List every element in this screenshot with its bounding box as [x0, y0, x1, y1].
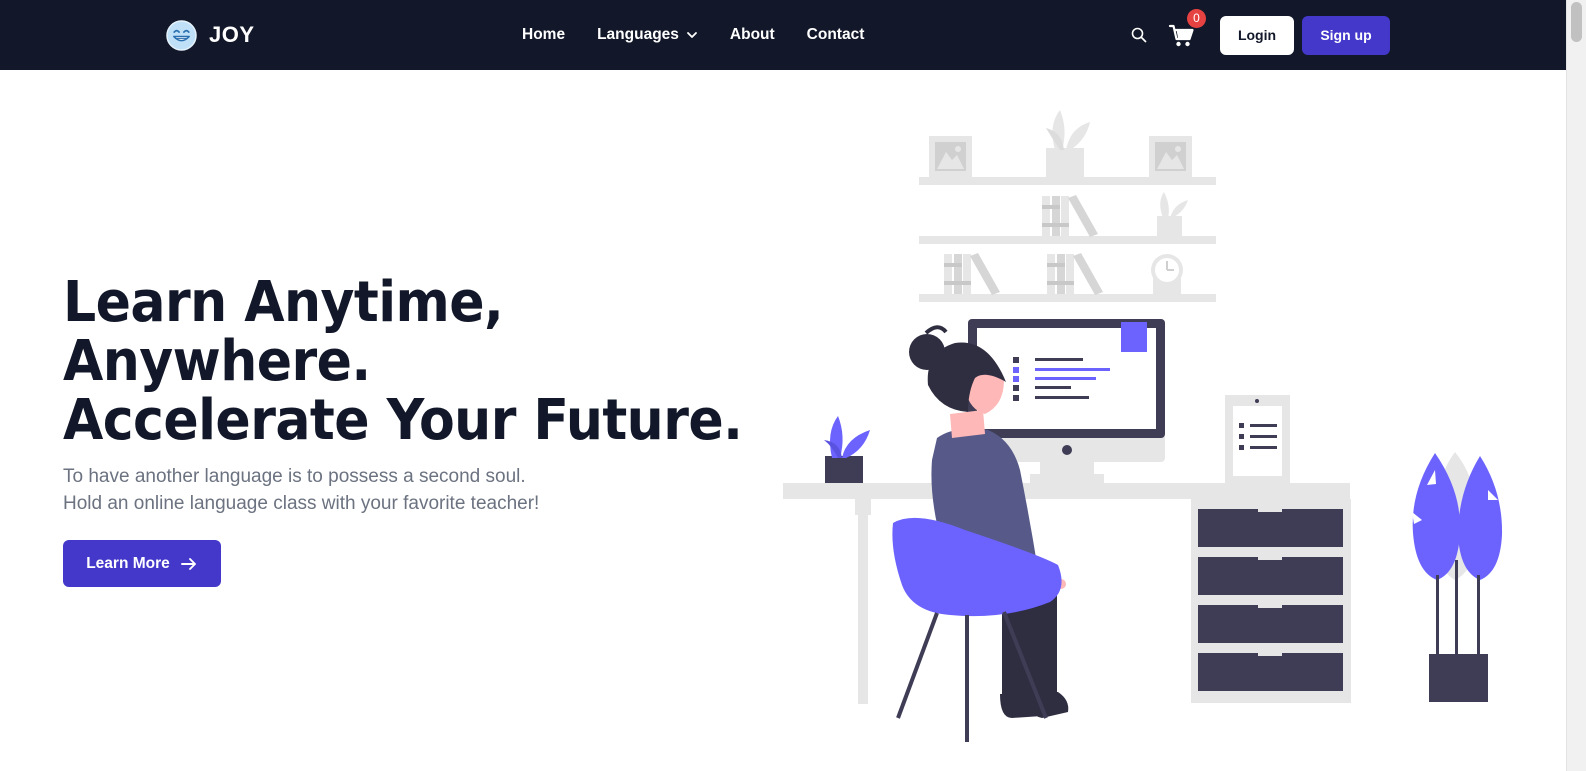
hero-subtitle: To have another language is to possess a… — [63, 463, 539, 517]
header-actions: 0 Login Sign up — [1130, 9, 1390, 55]
floor-plant — [1412, 452, 1503, 702]
hero-title-line-1: Learn Anytime, — [63, 270, 504, 335]
hero-subtitle-line-2: Hold an online language class with your … — [63, 493, 540, 514]
hero-subtitle-line-1: To have another language is to possess a… — [63, 466, 526, 487]
cart-count-badge: 0 — [1187, 9, 1206, 28]
top-navbar: JOY Home Languages About Contact 0 Login… — [0, 0, 1566, 70]
chevron-down-icon — [687, 32, 697, 38]
tablet-device — [1225, 395, 1290, 485]
search-icon — [1131, 27, 1147, 43]
nav-home-link[interactable]: Home — [522, 26, 565, 44]
login-button[interactable]: Login — [1220, 15, 1294, 55]
learn-more-label: Learn More — [86, 554, 170, 572]
desk-plant — [824, 416, 870, 483]
signup-button[interactable]: Sign up — [1302, 15, 1390, 55]
nav-contact-link[interactable]: Contact — [807, 26, 865, 44]
desk — [783, 483, 1351, 704]
nav-languages-label: Languages — [597, 26, 679, 43]
smiling-face-icon — [166, 19, 197, 51]
brand-logo-link[interactable]: JOY — [166, 19, 255, 51]
main-nav: Home Languages About Contact — [522, 24, 864, 46]
hero-title: Learn Anytime, Anywhere. Accelerate Your… — [63, 270, 743, 453]
page-scrollbar[interactable] — [1566, 0, 1586, 771]
wall-shelves — [919, 110, 1216, 302]
brand-name: JOY — [209, 22, 255, 47]
arrow-right-icon — [180, 557, 196, 570]
search-button[interactable] — [1130, 26, 1148, 44]
hero-title-line-3: Accelerate Your Future. — [63, 388, 743, 453]
scrollbar-thumb[interactable] — [1571, 2, 1582, 42]
cart-button[interactable]: 0 — [1168, 9, 1206, 49]
hero-title-line-2: Anywhere. — [63, 329, 371, 394]
nav-languages-dropdown[interactable]: Languages — [597, 26, 698, 44]
nav-about-link[interactable]: About — [730, 26, 775, 44]
learn-more-button[interactable]: Learn More — [63, 540, 221, 587]
person-at-desk-illustration — [783, 110, 1503, 742]
